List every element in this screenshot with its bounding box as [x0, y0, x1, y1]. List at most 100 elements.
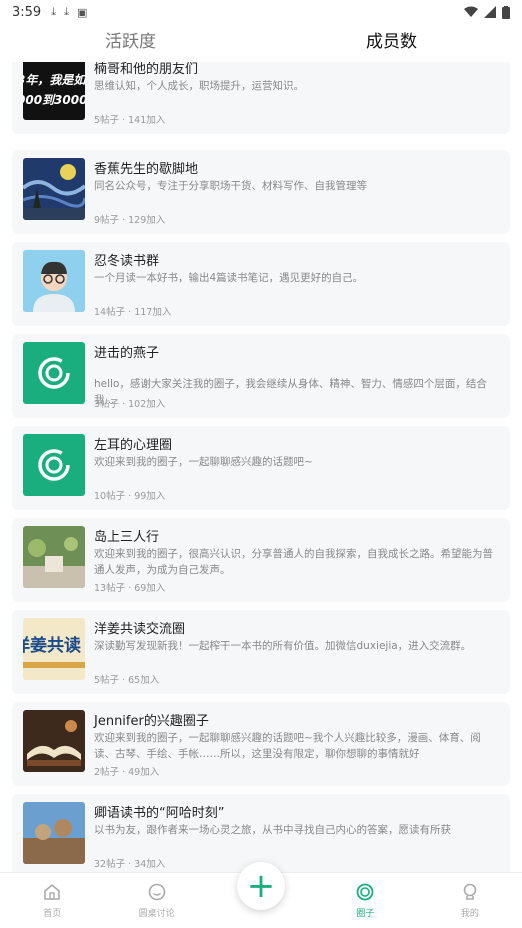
group-thumbnail: 洋姜共读 [23, 618, 85, 680]
home-icon [42, 882, 62, 902]
post-count: 5帖子 [94, 115, 120, 126]
join-count: 49加入 [128, 767, 160, 778]
circle-logo-icon [38, 357, 70, 389]
stats-separator: · [122, 399, 126, 410]
stats-separator: · [128, 583, 132, 594]
group-description: 欢迎来到我的圈子，一起聊聊感兴趣的话题吧~ [94, 456, 313, 468]
post-count: 32帖子 [94, 859, 126, 870]
stats-separator: · [122, 675, 126, 686]
tab-members[interactable]: 成员数 [261, 24, 522, 62]
join-count: 141加入 [128, 115, 166, 126]
group-description: 思维认知，个人成长，职场提升，运营知识。 [94, 80, 304, 92]
signal-icon [484, 6, 496, 18]
status-bar: 3:59 ⤓ ⤓ ▣ [0, 0, 522, 24]
group-name: 进击的燕子 [94, 346, 160, 361]
nav-roundtable[interactable]: 圆桌讨论 [104, 873, 208, 928]
group-name: 左耳的心理圈 [94, 438, 173, 453]
group-card[interactable]: 忍冬读书群 一个月读一本好书，输出4篇读书笔记，遇见更好的自己。 14帖子 · … [12, 242, 510, 326]
group-stats: 5帖子 · 65加入 [94, 672, 159, 686]
group-card[interactable]: 进击的燕子 hello，感谢大家关注我的圈子，我会继续从身体、精神、智力、情感四… [12, 334, 510, 418]
battery-icon [502, 5, 510, 19]
app-notification-icon: ▣ [76, 5, 88, 19]
group-card[interactable]: Jennifer的兴趣圈子 欢迎来到我的圈子，一起聊聊感兴趣的话题吧~我个人兴趣… [12, 702, 510, 786]
post-count: 10帖子 [94, 491, 126, 502]
group-stats: 5帖子 · 141加入 [94, 112, 165, 126]
nav-profile[interactable]: 我的 [418, 873, 522, 928]
nav-label: 首页 [43, 909, 62, 919]
status-time: 3:59 [12, 4, 42, 20]
join-count: 65加入 [128, 675, 160, 686]
post-count: 13帖子 [94, 583, 126, 594]
group-stats: 9帖子 · 129加入 [94, 212, 165, 226]
wifi-icon [464, 6, 478, 17]
chat-icon [147, 882, 167, 902]
add-button[interactable]: + [237, 862, 285, 910]
nav-label: 圆桌讨论 [138, 909, 175, 919]
join-count: 117加入 [134, 307, 172, 318]
nav-circles[interactable]: 圈子 [313, 873, 417, 928]
group-description: 一个月读一本好书，输出4篇读书笔记，遇见更好的自己。 [94, 272, 364, 284]
group-thumbnail [23, 158, 85, 220]
nav-label: 我的 [460, 909, 479, 919]
group-name: 卿语读书的“阿哈时刻” [94, 806, 225, 821]
group-name: 岛上三人行 [94, 530, 160, 545]
group-name: 香蕉先生的歇脚地 [94, 162, 199, 177]
post-count: 9帖子 [94, 215, 120, 226]
join-count: 129加入 [128, 215, 166, 226]
group-card[interactable]: 香蕉先生的歇脚地 同名公众号，专注于分享职场干货、材料写作、自我管理等 9帖子 … [12, 150, 510, 234]
group-stats: 14帖子 · 117加入 [94, 304, 171, 318]
group-name: 洋姜共读交流圈 [94, 622, 186, 637]
tab-bar: 活跃度 成员数 [0, 24, 522, 62]
group-description: 以书为友，跟作者来一场心灵之旅，从书中寻找自己内心的答案，愿读有所获 [94, 824, 451, 836]
group-thumbnail [23, 526, 85, 588]
stats-separator: · [128, 307, 132, 318]
group-description: 欢迎来到我的圈子，很高兴认识，分享普通人的自我探索，自我成长之路。希望能为普通人… [94, 548, 493, 576]
join-count: 34加入 [134, 859, 166, 870]
circle-icon [355, 882, 375, 902]
group-stats: 10帖子 · 99加入 [94, 488, 165, 502]
nav-label: 圈子 [356, 909, 375, 919]
group-stats: 3帖子 · 102加入 [94, 396, 165, 410]
group-thumbnail [23, 434, 85, 496]
stats-separator: · [122, 215, 126, 226]
group-thumbnail [23, 802, 85, 864]
circle-logo-icon [38, 449, 70, 481]
stats-separator: · [122, 115, 126, 126]
group-card[interactable]: 岛上三人行 欢迎来到我的圈子，很高兴认识，分享普通人的自我探索，自我成长之路。希… [12, 518, 510, 602]
group-description: 欢迎来到我的圈子，一起聊聊感兴趣的话题吧~我个人兴趣比较多，漫画、体育、阅读、古… [94, 732, 481, 760]
tab-activity[interactable]: 活跃度 [0, 24, 261, 62]
join-count: 102加入 [128, 399, 166, 410]
group-name: 楠哥和他的朋友们 [94, 62, 199, 77]
group-thumbnail [23, 342, 85, 404]
join-count: 99加入 [134, 491, 166, 502]
post-count: 5帖子 [94, 675, 120, 686]
stats-separator: · [128, 491, 132, 502]
stats-separator: · [128, 859, 132, 870]
group-stats: 2帖子 · 49加入 [94, 764, 159, 778]
thumbnail-text: 3年，我是如 000到3000 [23, 73, 85, 107]
group-card[interactable]: 洋姜共读 洋姜共读交流圈 深读勤写发现新我！一起榨干一本书的所有价值。加微信du… [12, 610, 510, 694]
download-icon: ⤓ [51, 5, 57, 18]
thumbnail-text: 洋姜共读 [23, 636, 81, 656]
group-card[interactable]: 3年，我是如 000到3000 楠哥和他的朋友们 思维认知，个人成长，职场提升，… [12, 62, 510, 134]
post-count: 3帖子 [94, 399, 120, 410]
group-description: 深读勤写发现新我！一起榨干一本书的所有价值。加微信duxiejia，进入交流群。 [94, 640, 472, 652]
group-thumbnail [23, 710, 85, 772]
group-description: 同名公众号，专注于分享职场干货、材料写作、自我管理等 [94, 180, 367, 192]
group-name: 忍冬读书群 [94, 254, 160, 269]
group-stats: 13帖子 · 69加入 [94, 580, 165, 594]
group-stats: 32帖子 · 34加入 [94, 856, 165, 870]
download-icon: ⤓ [64, 5, 69, 18]
group-name: Jennifer的兴趣圈子 [94, 714, 209, 729]
join-count: 69加入 [134, 583, 166, 594]
group-list[interactable]: 3年，我是如 000到3000 楠哥和他的朋友们 思维认知，个人成长，职场提升，… [0, 62, 522, 872]
group-thumbnail [23, 250, 85, 312]
group-thumbnail: 3年，我是如 000到3000 [23, 62, 85, 120]
group-card[interactable]: 卿语读书的“阿哈时刻” 以书为友，跟作者来一场心灵之旅，从书中寻找自己内心的答案… [12, 794, 510, 872]
nav-home[interactable]: 首页 [0, 873, 104, 928]
stats-separator: · [122, 767, 126, 778]
group-card[interactable]: 左耳的心理圈 欢迎来到我的圈子，一起聊聊感兴趣的话题吧~ 10帖子 · 99加入 [12, 426, 510, 510]
profile-icon [460, 882, 480, 902]
post-count: 14帖子 [94, 307, 126, 318]
post-count: 2帖子 [94, 767, 120, 778]
